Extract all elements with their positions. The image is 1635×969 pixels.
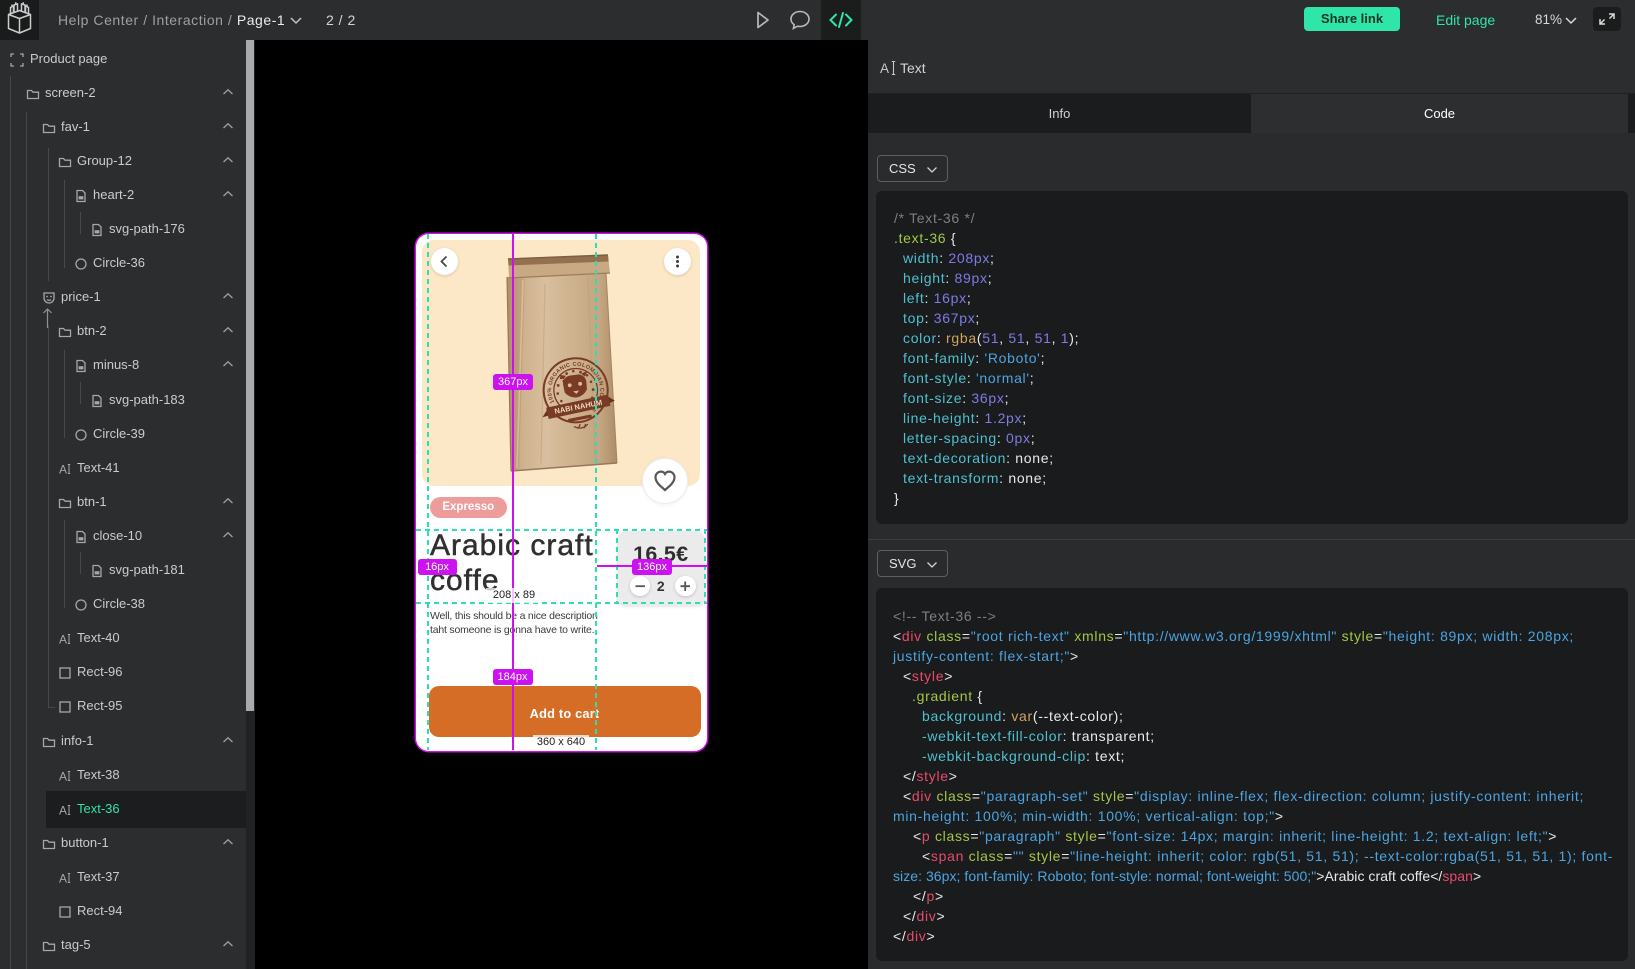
svg-text:A: A xyxy=(59,803,67,817)
svg-text:A: A xyxy=(880,61,889,76)
svg-text:A: A xyxy=(59,462,67,476)
svg-text:A: A xyxy=(59,769,67,783)
svg-text:A: A xyxy=(59,871,67,885)
svg-text:A: A xyxy=(59,633,67,647)
